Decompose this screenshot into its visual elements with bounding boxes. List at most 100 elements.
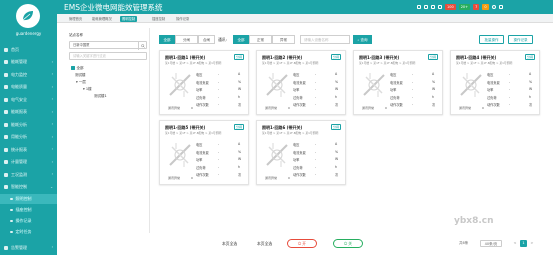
filter-abnormal[interactable]: 异常 <box>272 35 295 44</box>
chevron-icon: › <box>51 159 53 164</box>
checkbox-icon[interactable] <box>71 66 75 70</box>
tree-node-level[interactable]: ▾ 1楼 <box>83 87 92 92</box>
select-page-label[interactable]: 本页全选 <box>257 239 272 248</box>
metric-name: 电流负载 <box>390 80 403 85</box>
metric-value: - <box>412 94 414 99</box>
filter-all-2[interactable]: 全部 <box>233 35 249 44</box>
search-icon[interactable] <box>138 42 146 50</box>
sidebar-item-3[interactable]: 电能质量 › <box>0 82 57 93</box>
card-switch-button[interactable]: 分闸 <box>428 54 438 60</box>
switch-disconnected-icon <box>363 73 385 97</box>
filter-close[interactable]: 合闸 <box>198 35 215 44</box>
batch-operation-button[interactable]: 批量操作 <box>479 35 504 44</box>
switch-disconnected-icon <box>169 143 191 167</box>
next-page-button[interactable]: > <box>529 240 535 247</box>
tab-lighting[interactable]: 照明控制 <box>120 15 138 22</box>
report-icon <box>4 110 8 114</box>
sidebar-subitem-2[interactable]: 操作记录 <box>0 216 57 226</box>
card-switch-button[interactable]: 分闸 <box>331 124 341 130</box>
sidebar-subitem-label: 插座控制 <box>15 207 32 212</box>
tab-home[interactable]: 管理首页 <box>67 16 84 22</box>
sidebar-item-9[interactable]: 计量管理 › <box>0 157 57 168</box>
filter-normal[interactable]: 正常 <box>249 35 272 44</box>
metric-unit: 次 <box>335 103 339 107</box>
sidebar-item-5[interactable]: 能耗报表 › <box>0 107 57 118</box>
prev-page-button[interactable]: < <box>512 240 518 247</box>
settings-icon[interactable] <box>498 5 503 9</box>
fullscreen-icon[interactable] <box>431 5 435 9</box>
tree-label: ▾ 1楼 <box>83 87 92 91</box>
sidebar-item-label: 计量管理 <box>11 159 27 164</box>
metric-value: - <box>315 157 317 161</box>
page-1-button[interactable]: 1 <box>520 239 527 247</box>
tab-socket[interactable]: 插座控制 <box>150 16 167 22</box>
metric-name: 功率 <box>293 88 300 92</box>
tree-node-leaf[interactable]: 测试楼1 <box>94 94 107 99</box>
filter-open[interactable]: 分闸 <box>175 35 198 44</box>
sidebar-item-10[interactable]: 工况监测 › <box>0 169 57 180</box>
app-title: EMS企业微电网能效管理系统 <box>64 3 163 12</box>
tree-label: 测试楼 <box>75 73 86 77</box>
leaf-logo-icon <box>22 11 33 21</box>
sidebar-item-label: 智能控制 <box>11 184 27 189</box>
sidebar-bottom-item-0[interactable]: 告警管理 › <box>0 242 57 253</box>
expand-icon[interactable] <box>417 5 421 9</box>
tree-filter-input[interactable]: 请输入关键字进行过滤 <box>69 52 147 60</box>
metric-name: 电流负载 <box>196 150 209 155</box>
site-select[interactable]: 日新中国厦 <box>69 41 147 50</box>
chevron-icon: › <box>51 109 53 114</box>
sidebar-item-1[interactable]: 能耗管理 › <box>0 57 57 68</box>
card-switch-button[interactable]: 分闸 <box>234 54 244 60</box>
tree-node-floor[interactable]: ▾ 一层 <box>76 80 86 85</box>
sidebar-item-8[interactable]: 统计报表 › <box>0 144 57 155</box>
refresh-icon[interactable] <box>424 5 428 9</box>
metric-value: - <box>509 87 511 91</box>
sidebar-item-11[interactable]: 智能控制 ⌄ <box>0 182 57 193</box>
metric-unit: % <box>335 79 339 84</box>
message-icon[interactable] <box>438 5 442 9</box>
card-path: 某1号楼 > 某1F > 某1F-B配电 > 某1号照明 <box>165 61 222 65</box>
metric-unit: h <box>238 94 241 99</box>
sidebar-subitem-0[interactable]: 照明控制 <box>0 194 57 204</box>
tab-bar: 管理首页 能耗管理概况 照明控制 插座控制 操作记录 <box>57 14 553 23</box>
badge-4[interactable]: 0 <box>482 4 489 10</box>
stats-icon <box>4 147 8 152</box>
tree-node-building[interactable]: 测试楼 <box>75 73 86 78</box>
chevron-icon: ⌄ <box>50 184 53 189</box>
card-switch-button[interactable]: 分闸 <box>234 124 244 130</box>
filter-all-1[interactable]: 全部 <box>159 35 175 44</box>
operation-record-button[interactable]: 操作记录 <box>508 35 533 44</box>
metric-value: - <box>315 164 317 169</box>
tree-node-all[interactable]: 全部 <box>71 66 84 71</box>
device-search-input[interactable]: 请输入设备名称 <box>300 35 350 44</box>
home-icon <box>4 47 8 52</box>
sidebar-item-label: 首页 <box>11 46 19 52</box>
query-button[interactable]: ⌕ 查询 <box>353 35 372 44</box>
query-label: 查询 <box>360 38 368 42</box>
sidebar-subitem-3[interactable]: 定时任务 <box>0 227 57 237</box>
metric-value: - <box>315 79 317 84</box>
badge-2[interactable]: 20+ <box>458 4 471 10</box>
metric-value: - <box>218 172 220 176</box>
card-switch-button[interactable]: 分闸 <box>525 54 535 60</box>
switch-off-button[interactable]: ⏻ 关 <box>333 239 363 248</box>
badge-3[interactable]: 7 <box>473 4 480 10</box>
sidebar-item-4[interactable]: 电气安全 › <box>0 94 57 105</box>
user-icon[interactable] <box>491 5 496 9</box>
sidebar-item-6[interactable]: 能耗分析 › <box>0 119 57 130</box>
device-card: 照明1-回路6 (带开关) 分闸 某1号楼 > 某1F > 某1F-B配电 > 某1… <box>256 120 346 185</box>
bottom-bar: 本页全选 本页全选 ⏻ 开 ⏻ 关 共6条 40条/页 < 1 > <box>150 237 553 250</box>
sidebar-item-2[interactable]: 电力监控 › <box>0 69 57 80</box>
switch-on-button[interactable]: ⏻ 开 <box>287 239 317 248</box>
sidebar-subitem-1[interactable]: 插座控制 <box>0 205 57 215</box>
tab-energy[interactable]: 能耗管理概况 <box>90 16 114 22</box>
card-switch-button[interactable]: 分闸 <box>331 54 341 60</box>
sidebar-item-0[interactable]: 首页 <box>0 44 57 55</box>
usage-icon <box>4 135 8 139</box>
comm-status-value: 0 <box>288 106 290 110</box>
badge-1[interactable]: 100 <box>445 4 456 10</box>
tab-record[interactable]: 操作记录 <box>174 16 191 22</box>
sidebar-item-7[interactable]: 用能分析 › <box>0 132 57 143</box>
page-size-select[interactable]: 40条/页 <box>480 239 502 247</box>
select-all-label[interactable]: 本页全选 <box>222 239 237 248</box>
